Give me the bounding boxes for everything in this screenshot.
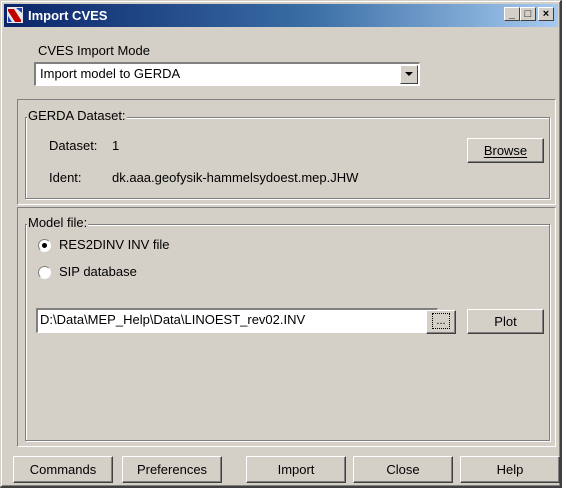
- preferences-button[interactable]: Preferences: [122, 456, 222, 483]
- browse-dataset-button[interactable]: Browse: [467, 138, 544, 163]
- dropdown-button[interactable]: [400, 65, 418, 84]
- dataset-value: 1: [112, 138, 120, 153]
- import-mode-label: CVES Import Mode: [38, 43, 150, 58]
- radio-sip-label[interactable]: SIP database: [59, 264, 137, 279]
- title-bar[interactable]: Import CVES _ □ ×: [4, 4, 558, 27]
- import-mode-value: Import model to GERDA: [40, 66, 181, 81]
- plot-button[interactable]: Plot: [467, 309, 544, 334]
- gerda-panel: GERDA Dataset: Dataset: 1 Ident: dk.aaa.…: [17, 99, 556, 205]
- radio-sip-database[interactable]: [38, 266, 51, 279]
- radio-res2dinv-label[interactable]: RES2DINV INV file: [59, 237, 170, 252]
- ident-value: dk.aaa.geofysik-hammelsydoest.mep.JHW: [112, 170, 359, 185]
- import-mode-select[interactable]: Import model to GERDA: [34, 62, 420, 86]
- minimize-button[interactable]: _: [504, 7, 520, 21]
- chevron-down-icon: [405, 72, 413, 76]
- commands-button[interactable]: Commands: [13, 456, 113, 483]
- window-title: Import CVES: [28, 8, 108, 23]
- import-button[interactable]: Import: [246, 456, 346, 483]
- model-file-panel: Model file: RES2DINV INV file SIP databa…: [17, 207, 556, 447]
- model-path-input[interactable]: D:\Data\MEP_Help\Data\LINOEST_rev02.INV: [36, 308, 438, 333]
- app-icon: [7, 7, 23, 23]
- import-cves-window: Import CVES _ □ × CVES Import Mode Impor…: [0, 0, 562, 488]
- gerda-group-title: GERDA Dataset:: [27, 108, 127, 123]
- model-file-group-title: Model file:: [27, 215, 89, 230]
- close-button[interactable]: Close: [353, 456, 453, 483]
- browse-file-button[interactable]: ...: [426, 310, 456, 334]
- radio-res2dinv[interactable]: [38, 239, 51, 252]
- dataset-label: Dataset:: [49, 138, 98, 153]
- close-window-button[interactable]: ×: [538, 7, 554, 21]
- model-path-value: D:\Data\MEP_Help\Data\LINOEST_rev02.INV: [40, 312, 306, 327]
- ident-label: Ident:: [49, 170, 82, 185]
- maximize-button[interactable]: □: [520, 7, 536, 21]
- help-button[interactable]: Help: [460, 456, 560, 483]
